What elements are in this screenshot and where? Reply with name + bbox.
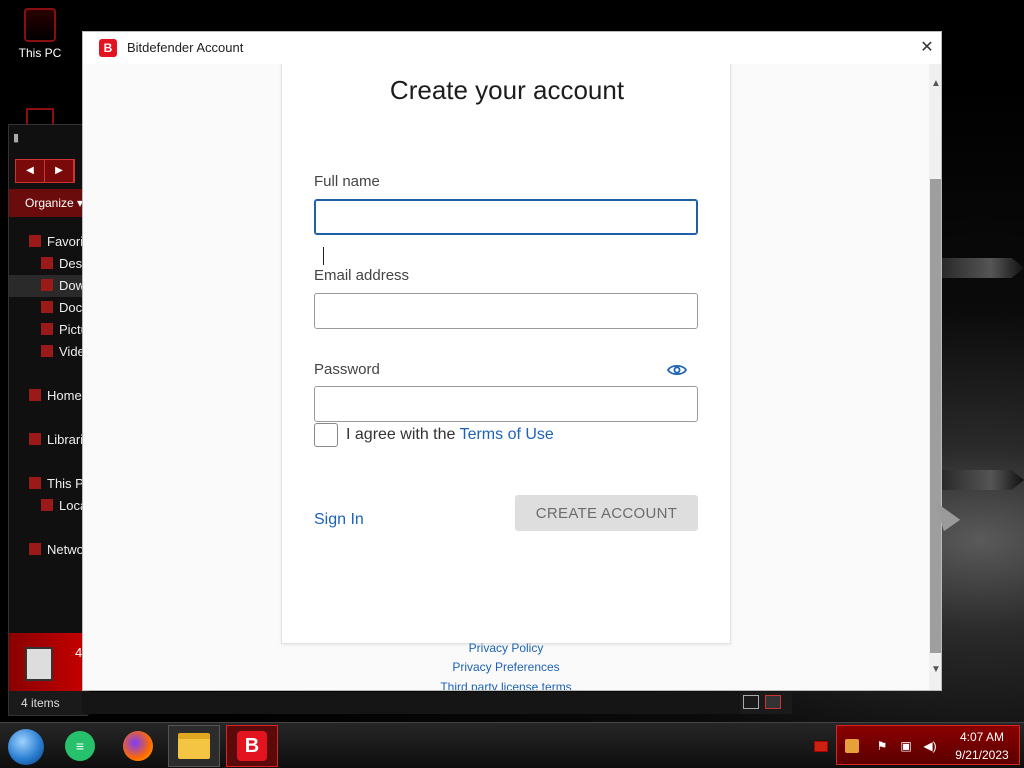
file-explorer-window: ▮ ◀ ▶ Organize ▾ Favorites Desktop Downl… (8, 124, 125, 716)
scroll-up-icon[interactable]: ▲ (931, 78, 941, 89)
status-bar-text: 4 items (9, 691, 89, 715)
star-icon (29, 235, 41, 247)
clock-date[interactable]: 9/21/2023 (947, 748, 1017, 762)
agree-terms-text: I agree with the Terms of Use (346, 426, 554, 444)
organize-menu-button[interactable]: Organize ▾ (9, 189, 89, 217)
videos-icon (41, 345, 53, 357)
homegroup-icon (29, 389, 41, 401)
page-title: Create your account (389, 75, 625, 105)
organize-label: Organize (25, 196, 74, 210)
third-party-license-link[interactable]: Third party license terms (83, 680, 929, 690)
signup-card: Create your account Full name Email addr… (281, 64, 731, 644)
this-pc-desktop-icon[interactable]: This PC (14, 8, 66, 60)
downloads-icon (41, 279, 53, 291)
email-input[interactable] (314, 293, 698, 329)
folder-preview-icon (25, 647, 53, 681)
vertical-scrollbar[interactable]: ▲ ▼ (929, 64, 941, 690)
scrollbar-thumb[interactable] (930, 179, 941, 653)
explorer-window-icon: ▮ (13, 132, 20, 144)
privacy-policy-link[interactable]: Privacy Policy (83, 641, 929, 655)
email-label: Email address (314, 267, 410, 284)
desktop-icon-label: This PC (18, 46, 62, 60)
terms-of-use-link[interactable]: Terms of Use (460, 426, 554, 443)
clock-time[interactable]: 4:07 AM (947, 730, 1017, 744)
taskbar-firefox[interactable] (112, 725, 164, 767)
password-label: Password (314, 361, 380, 378)
close-button[interactable]: ✕ (917, 38, 937, 58)
explorer-nav-buttons: ◀ ▶ (15, 159, 75, 183)
chat-app-icon: ≡ (65, 731, 95, 761)
details-view-icon[interactable] (743, 695, 759, 709)
wallpaper-decoration (942, 470, 1024, 490)
privacy-preferences-link[interactable]: Privacy Preferences (83, 660, 929, 674)
bitdefender-tray-icon[interactable] (845, 739, 859, 753)
disk-icon (41, 499, 53, 511)
taskbar-file-explorer[interactable] (168, 725, 220, 767)
show-desktop-icon[interactable] (814, 741, 828, 752)
bitdefender-icon: B (237, 731, 267, 761)
large-icons-view-icon[interactable] (765, 695, 781, 709)
start-button[interactable] (8, 729, 44, 765)
dialog-title-bar: B Bitdefender Account ✕ (83, 32, 941, 64)
dialog-content: Create your account Full name Email addr… (83, 64, 929, 690)
folder-icon (178, 733, 210, 759)
full-name-input[interactable] (314, 199, 698, 235)
desktop-icon (41, 257, 53, 269)
documents-icon (41, 301, 53, 313)
full-name-label: Full name (314, 173, 380, 190)
computer-icon (29, 477, 41, 489)
taskbar-chat-app[interactable]: ≡ (54, 725, 106, 767)
system-tray: ⚑ ▣ ◀) 4:07 AM 9/21/2023 (836, 725, 1020, 765)
details-pane: 4 (9, 633, 89, 691)
network-icon (29, 543, 41, 555)
back-arrow-icon[interactable]: ◀ (16, 160, 45, 182)
volume-icon[interactable]: ◀) (923, 739, 937, 753)
computer-icon (24, 8, 56, 42)
scroll-down-icon[interactable]: ▼ (931, 664, 941, 675)
libraries-icon (29, 433, 41, 445)
wallpaper-decoration (942, 258, 1024, 278)
network-icon[interactable]: ▣ (899, 739, 913, 753)
password-input[interactable] (314, 386, 698, 422)
dialog-title: Bitdefender Account (127, 40, 244, 55)
bitdefender-logo-icon: B (99, 39, 117, 57)
view-mode-buttons (740, 692, 792, 714)
text-caret (323, 247, 324, 265)
firefox-icon (123, 731, 153, 761)
tree-item-downloads[interactable]: Downloads (9, 275, 89, 297)
show-password-eye-icon[interactable] (667, 363, 687, 377)
action-center-flag-icon[interactable]: ⚑ (875, 739, 889, 753)
taskbar: ≡ B ⚑ ▣ ◀) 4:07 AM 9/21/2023 (0, 722, 1024, 768)
agree-prefix: I agree with the (346, 426, 456, 443)
create-account-button[interactable]: CREATE ACCOUNT (515, 495, 698, 531)
forward-arrow-icon[interactable]: ▶ (45, 160, 74, 182)
pictures-icon (41, 323, 53, 335)
explorer-status-bar (82, 692, 792, 714)
bitdefender-account-dialog: B Bitdefender Account ✕ Create your acco… (82, 31, 942, 691)
agree-terms-checkbox[interactable] (314, 423, 338, 447)
sign-in-link[interactable]: Sign In (314, 511, 364, 529)
taskbar-bitdefender[interactable]: B (226, 725, 278, 767)
